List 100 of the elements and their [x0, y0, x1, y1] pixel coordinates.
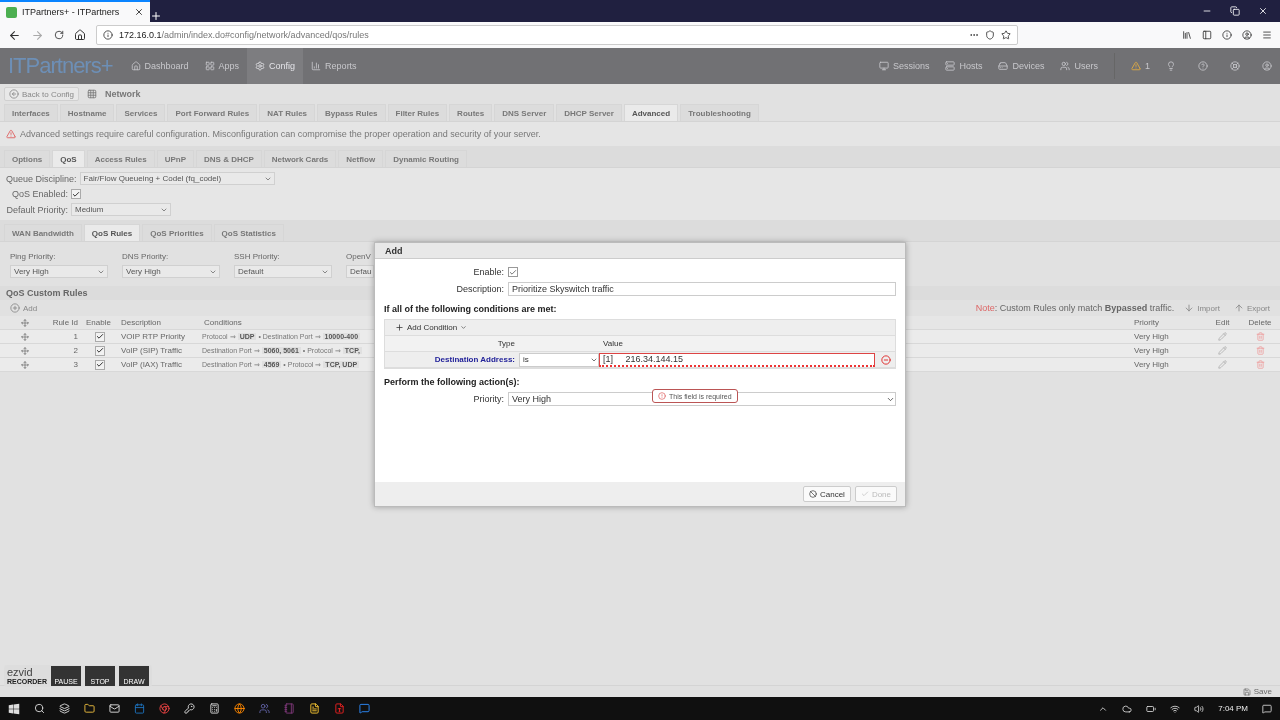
tab[interactable]: QoS Rules	[83, 224, 141, 241]
lifebuoy-icon[interactable]	[1230, 61, 1240, 71]
add-button[interactable]: Add	[6, 301, 42, 315]
star-icon[interactable]	[1001, 30, 1011, 40]
remove-icon[interactable]	[881, 354, 891, 365]
globe-icon[interactable]	[234, 703, 245, 714]
folder-icon[interactable]	[84, 703, 95, 714]
nav-item[interactable]: Sessions	[870, 48, 938, 84]
add-condition-button[interactable]: Add Condition	[389, 322, 474, 333]
people-icon[interactable]	[259, 703, 270, 714]
tab[interactable]: Filter Rules	[387, 104, 448, 121]
browser-tab[interactable]: ITPartners+ - ITPartners	[0, 0, 150, 22]
select-field[interactable]: Defau	[346, 265, 375, 278]
select-field[interactable]: Fair/Flow Queueing + Codel (fq_codel)	[79, 172, 275, 185]
save-button[interactable]: Save	[1242, 687, 1272, 696]
back-icon[interactable]	[8, 28, 21, 42]
tab[interactable]: Access Rules	[86, 150, 155, 167]
select-field[interactable]: Very High	[10, 265, 108, 278]
wifi-icon[interactable]	[1170, 703, 1181, 714]
drag-handle-icon[interactable]	[21, 332, 29, 341]
tab[interactable]: DHCP Server	[556, 104, 622, 121]
menu-icon[interactable]	[1262, 30, 1272, 40]
back-button[interactable]: Back to Config	[4, 87, 80, 101]
checkbox[interactable]	[94, 331, 105, 342]
tab[interactable]: Advanced	[623, 104, 679, 121]
column-header: Value	[602, 339, 624, 348]
windows-icon[interactable]	[8, 702, 20, 715]
checkbox[interactable]	[94, 345, 105, 356]
section-title: QoS Custom Rules	[6, 288, 88, 298]
drag-handle-icon[interactable]	[21, 360, 29, 369]
account-icon[interactable]	[1242, 30, 1252, 40]
sidebar-icon[interactable]	[1202, 30, 1212, 40]
select-field[interactable]: Default	[234, 265, 332, 278]
export-button[interactable]: Export	[1229, 301, 1274, 315]
nav-item[interactable]: Dashboard	[122, 48, 197, 84]
library-icon[interactable]	[1182, 30, 1192, 40]
tab[interactable]: Port Forward Rules	[167, 104, 258, 121]
notification-icon[interactable]	[1262, 703, 1272, 714]
document-icon[interactable]	[334, 703, 345, 714]
tab[interactable]: Options	[4, 150, 51, 167]
chat-icon[interactable]	[359, 703, 370, 714]
nav-item[interactable]: Devices	[990, 48, 1053, 84]
cloud-icon[interactable]	[1122, 703, 1133, 714]
description-field[interactable]: Prioritize Skyswitch traffic	[508, 282, 896, 296]
table-cell-text: 2	[72, 346, 79, 355]
mail-icon[interactable]	[109, 703, 120, 714]
restore-icon[interactable]	[1230, 6, 1240, 16]
calculator-icon[interactable]	[209, 703, 220, 714]
tab[interactable]: QoS Priorities	[142, 224, 212, 241]
value-field[interactable]: [1] 216.34.144.15	[599, 352, 875, 367]
checkbox[interactable]	[94, 359, 105, 370]
operator-select[interactable]: is	[519, 352, 599, 367]
tab[interactable]: DNS & DHCP	[196, 150, 262, 167]
nav-item[interactable]: Apps	[196, 48, 248, 84]
close-icon[interactable]	[1258, 6, 1268, 16]
clock[interactable]: 7:04 PM	[1218, 704, 1248, 713]
checkbox[interactable]	[508, 267, 518, 277]
tab[interactable]: Bypass Rules	[317, 104, 386, 121]
home-icon[interactable]	[74, 29, 86, 41]
note-icon[interactable]	[309, 703, 320, 714]
tab[interactable]: Dynamic Routing	[385, 150, 467, 167]
tab[interactable]: Network Cards	[263, 150, 337, 167]
tab[interactable]: Interfaces	[4, 104, 58, 121]
close-icon[interactable]	[134, 7, 144, 17]
tab[interactable]: QoS Statistics	[213, 224, 284, 241]
tab[interactable]: UPnP	[156, 150, 195, 167]
drag-handle-icon[interactable]	[21, 346, 29, 355]
grid-icon	[87, 89, 98, 99]
tab[interactable]: QoS	[52, 150, 85, 167]
tab[interactable]: Netflow	[338, 150, 384, 167]
select-field[interactable]: Medium	[71, 203, 171, 216]
task-view-icon[interactable]	[59, 703, 70, 714]
import-button[interactable]: Import	[1180, 301, 1224, 315]
nav-item[interactable]: Users	[1052, 48, 1106, 84]
calendar-icon[interactable]	[134, 703, 145, 714]
browser-icon[interactable]	[159, 703, 170, 714]
search-icon[interactable]	[34, 703, 45, 714]
alert-button[interactable]: 1	[1123, 48, 1158, 84]
key-icon[interactable]	[184, 703, 195, 714]
tab[interactable]: NAT Rules	[259, 104, 316, 121]
volume-icon[interactable]	[1194, 703, 1205, 714]
info-icon[interactable]	[1222, 30, 1232, 40]
nav-item[interactable]: Config	[247, 48, 304, 84]
tab[interactable]: Troubleshooting	[680, 104, 759, 121]
tab[interactable]: Routes	[449, 104, 493, 121]
new-tab-icon[interactable]	[150, 10, 162, 22]
field-label: QoS Enabled:	[10, 189, 68, 199]
tab[interactable]: Services	[116, 104, 166, 121]
nav-item[interactable]: Hosts	[937, 48, 991, 84]
cancel-button[interactable]: Cancel	[802, 486, 851, 502]
tab[interactable]: Hostname	[59, 104, 115, 121]
arrow-up-icon	[1233, 303, 1244, 313]
tab[interactable]: WAN Bandwidth	[4, 224, 82, 241]
tab[interactable]: DNS Server	[494, 104, 555, 121]
checkbox[interactable]	[71, 189, 81, 199]
select-field[interactable]: Very High	[122, 265, 220, 278]
reload-icon[interactable]	[54, 30, 64, 40]
nav-item[interactable]: Reports	[303, 48, 365, 84]
url-field[interactable]: 172.16.0.1/admin/index.do#config/network/advanced/qos/rules	[96, 25, 1018, 45]
battery-icon[interactable]	[1146, 703, 1157, 714]
